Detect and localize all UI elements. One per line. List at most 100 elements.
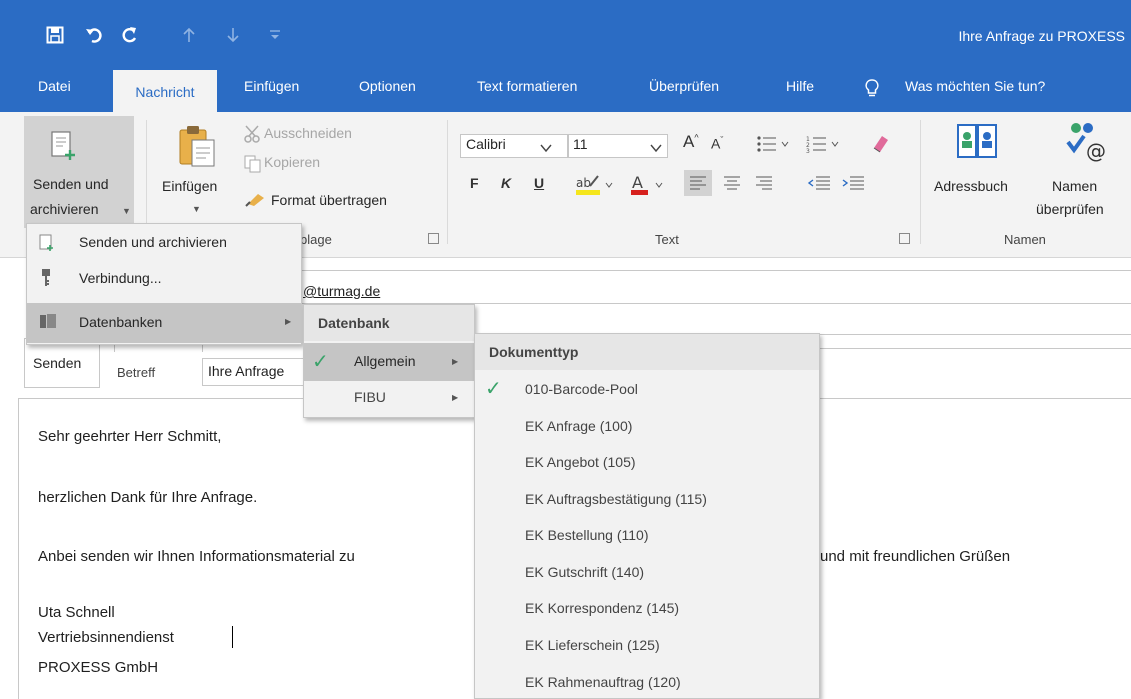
tab-nachricht[interactable]: Nachricht: [113, 70, 217, 113]
document-type-item[interactable]: EK Anfrage (100): [525, 418, 632, 434]
document-type-item[interactable]: EK Korrespondenz (145): [525, 600, 679, 616]
tab-datei[interactable]: Datei: [38, 78, 71, 94]
key-icon: [40, 268, 54, 291]
title-bar: Ihre Anfrage zu PROXESS: [0, 0, 1131, 64]
arrow-up-icon[interactable]: [176, 22, 202, 48]
text-group-label: Text: [655, 232, 679, 247]
customize-qat-icon[interactable]: [262, 22, 288, 48]
document-type-item[interactable]: EK Gutschrift (140): [525, 564, 644, 580]
body-line-closing: und mit freundlichen Grüßen: [820, 548, 1011, 565]
send-archive-menu: Senden und archivieren Verbindung... Dat…: [26, 223, 302, 345]
check-names-icon[interactable]: @: [1058, 120, 1108, 169]
tab-text-formatieren[interactable]: Text formatieren: [477, 78, 577, 94]
document-type-item[interactable]: 010-Barcode-Pool: [525, 381, 638, 397]
group-separator: [920, 120, 921, 244]
clear-formatting-icon[interactable]: [868, 132, 892, 157]
decrease-indent-icon[interactable]: [806, 170, 832, 199]
shrink-font-icon[interactable]: Aˇ: [711, 135, 723, 152]
copy-button[interactable]: Kopieren: [264, 154, 320, 170]
align-right-icon[interactable]: [752, 170, 776, 199]
send-label: Senden: [33, 355, 82, 371]
italic-button[interactable]: K: [501, 175, 511, 191]
document-type-item[interactable]: EK Lieferschein (125): [525, 637, 660, 653]
names-group-label: Namen: [1004, 232, 1046, 247]
field-divider: [300, 270, 1131, 271]
database-menu-header: Datenbank: [318, 315, 390, 331]
menu-item-allgemein-label: Allgemein: [354, 353, 416, 369]
align-left-button[interactable]: [684, 170, 712, 196]
body-line-thanks: herzlichen Dank für Ihre Anfrage.: [38, 489, 258, 506]
check-names-label-2[interactable]: überprüfen: [1036, 201, 1104, 217]
submenu-arrow-icon: ▶: [452, 357, 459, 366]
undo-icon[interactable]: [82, 22, 108, 48]
svg-text:A: A: [632, 173, 643, 192]
increase-indent-icon[interactable]: [840, 170, 866, 199]
paste-button[interactable]: Einfügen: [162, 178, 217, 194]
send-archive-icon: [50, 130, 78, 165]
submenu-arrow-icon: ▶: [452, 393, 459, 402]
menu-item-fibu[interactable]: FIBU: [354, 389, 386, 405]
clipboard-launcher-icon[interactable]: [428, 233, 439, 244]
copy-icon: [243, 154, 263, 177]
menu-item-databases[interactable]: [27, 303, 301, 343]
address-book-button[interactable]: Adressbuch: [934, 178, 1008, 194]
address-book-icon[interactable]: [956, 122, 1000, 165]
document-type-item[interactable]: EK Rahmenauftrag (120): [525, 674, 681, 690]
chevron-down-icon: [540, 140, 552, 156]
lightbulb-icon: [864, 78, 880, 101]
chevron-down-icon: [650, 140, 662, 156]
cut-button[interactable]: Ausschneiden: [264, 125, 352, 141]
check-names-label-1[interactable]: Namen: [1052, 178, 1097, 194]
check-icon: ✓: [312, 351, 329, 373]
subject-label: Betreff: [117, 365, 156, 380]
tab-ueberpruefen[interactable]: Überprüfen: [649, 78, 719, 94]
clipboard-group-label: blage: [300, 232, 332, 247]
database-menu: Datenbank ✓ Allgemein ▶ FIBU ▶: [303, 304, 475, 418]
recipient-address[interactable]: @turmag.de: [303, 283, 380, 299]
signature-company: PROXESS GmbH: [38, 659, 159, 676]
document-type-item[interactable]: EK Bestellung (110): [525, 527, 648, 543]
chevron-down-icon: ▼: [192, 204, 201, 214]
bullets-icon[interactable]: [756, 134, 792, 157]
text-launcher-icon[interactable]: [899, 233, 910, 244]
body-greeting: Sehr geehrter Herr Schmitt,: [38, 428, 222, 445]
subject-value: Ihre Anfrage: [208, 363, 285, 379]
menu-item-connection[interactable]: Verbindung...: [79, 270, 162, 286]
tab-einfuegen[interactable]: Einfügen: [244, 78, 299, 94]
align-center-icon[interactable]: [720, 170, 744, 199]
format-painter-icon: [244, 190, 268, 211]
numbering-icon[interactable]: 123: [806, 134, 842, 157]
document-type-header: Dokumenttyp: [489, 344, 579, 360]
bold-button[interactable]: F: [470, 175, 479, 191]
font-color-icon[interactable]: A: [630, 172, 670, 201]
tab-hilfe[interactable]: Hilfe: [786, 78, 814, 94]
paste-icon[interactable]: [176, 124, 218, 171]
document-type-menu: Dokumenttyp ✓ 010-Barcode-Pool EK Anfrag…: [474, 333, 820, 699]
grow-font-icon[interactable]: A^: [683, 132, 699, 152]
arrow-down-icon[interactable]: [220, 22, 246, 48]
menu-item-send-archive[interactable]: Senden und archivieren: [79, 234, 227, 250]
menu-item-databases-label: Datenbanken: [79, 314, 163, 330]
format-painter-button[interactable]: Format übertragen: [271, 192, 387, 208]
svg-text:3: 3: [806, 148, 810, 154]
font-size-value: 11: [573, 136, 588, 152]
chevron-down-icon: ▼: [122, 206, 131, 216]
check-icon: ✓: [485, 378, 502, 400]
save-icon[interactable]: [42, 22, 68, 48]
document-type-item[interactable]: EK Angebot (105): [525, 454, 636, 470]
text-caret: [232, 626, 233, 648]
underline-button[interactable]: U: [534, 175, 544, 191]
svg-text:ab: ab: [576, 176, 591, 190]
redo-icon[interactable]: [116, 22, 142, 48]
document-type-item[interactable]: EK Auftragsbestätigung (115): [525, 491, 707, 507]
svg-text:@: @: [1086, 139, 1106, 163]
window-title: Ihre Anfrage zu PROXESS: [958, 28, 1125, 44]
highlight-icon[interactable]: ab: [574, 172, 618, 201]
tab-optionen[interactable]: Optionen: [359, 78, 416, 94]
send-archive-label-1: Senden und: [33, 176, 109, 192]
signature-name: Uta Schnell: [38, 604, 115, 621]
submenu-arrow-icon: ▶: [285, 317, 292, 326]
send-archive-icon: [39, 234, 55, 255]
tell-me-search[interactable]: Was möchten Sie tun?: [905, 78, 1045, 94]
scissors-icon: [243, 124, 263, 147]
